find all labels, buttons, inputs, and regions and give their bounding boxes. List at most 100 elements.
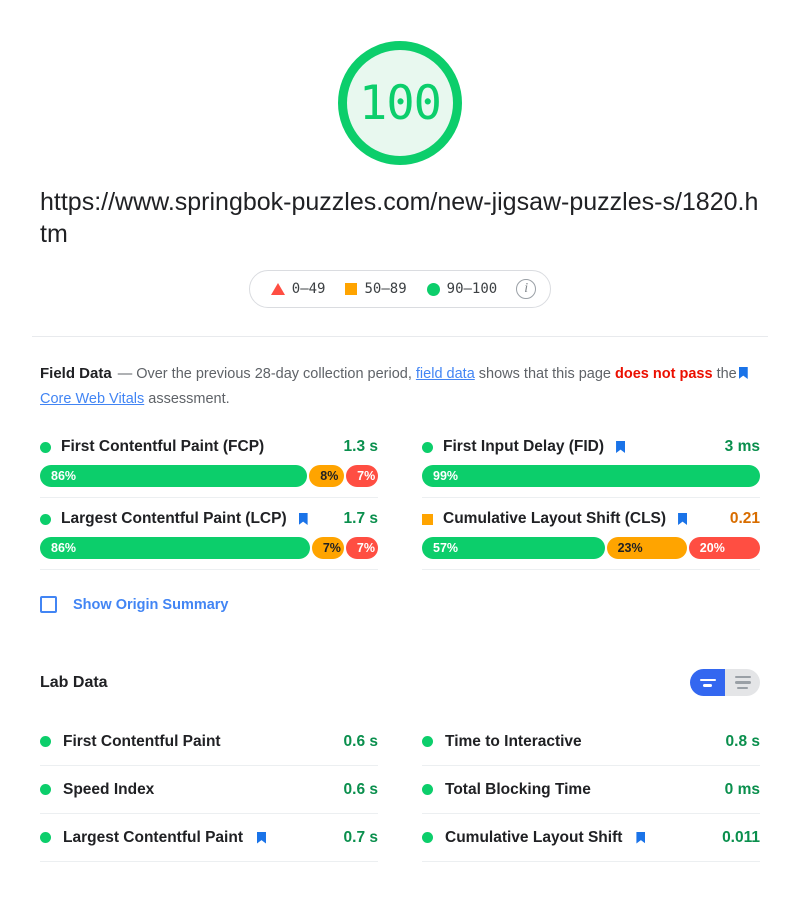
lab-metrics-right-column: Time to Interactive 0.8 s Total Blocking… xyxy=(422,718,760,862)
bar-segment-good: 57% xyxy=(422,537,605,559)
field-metric-cls-label: Cumulative Layout Shift (CLS) xyxy=(443,510,667,527)
expanded-view-button[interactable] xyxy=(725,669,760,696)
field-metric-fcp-header: First Contentful Paint (FCP) 1.3 s xyxy=(40,438,378,465)
lab-metric-value: 0.6 s xyxy=(343,780,378,798)
lab-metric-name-group: Total Blocking Time xyxy=(422,781,591,799)
field-metric-cls-name-group: Cumulative Layout Shift (CLS) xyxy=(422,510,689,528)
field-metric-fid: First Input Delay (FID) 3 ms 99% xyxy=(422,426,760,498)
info-icon[interactable]: i xyxy=(516,279,537,299)
lab-metric-value: 0.7 s xyxy=(343,828,378,846)
field-data-text-4: assessment. xyxy=(148,391,230,407)
field-data-link[interactable]: field data xyxy=(416,366,475,382)
core-web-vitals-link[interactable]: Core Web Vitals xyxy=(40,391,144,407)
lab-metric-largest-contentful-paint: Largest Contentful Paint 0.7 s xyxy=(40,814,378,861)
show-origin-summary-control[interactable]: Show Origin Summary xyxy=(40,596,760,613)
field-data-text-2: shows that this page xyxy=(478,366,611,382)
field-data-text-1: Over the previous 28-day collection peri… xyxy=(136,366,412,382)
field-metric-lcp-header: Largest Contentful Paint (LCP) 1.7 s xyxy=(40,510,378,537)
lab-divider xyxy=(40,861,378,862)
legend-item-poor: 0–49 xyxy=(264,281,333,297)
section-divider-top xyxy=(32,336,768,337)
bar-segment-poor: 7% xyxy=(345,537,378,559)
triangle-icon xyxy=(270,283,285,295)
field-data-section: Field Data — Over the previous 28-day col… xyxy=(0,361,800,862)
field-data-description: Field Data — Over the previous 28-day col… xyxy=(40,361,760,412)
bar-segment-good: 86% xyxy=(40,537,310,559)
line-icon xyxy=(734,675,751,679)
field-metric-fid-distribution-bar: 99% xyxy=(422,465,760,487)
legend-label-good: 90–100 xyxy=(446,281,498,297)
lab-metric-label: Total Blocking Time xyxy=(445,780,591,798)
lab-metric-first-contentful-paint: First Contentful Paint 0.6 s xyxy=(40,718,378,765)
bar-segment-poor: 20% xyxy=(688,537,760,559)
line-icon xyxy=(703,684,712,687)
show-origin-summary-label[interactable]: Show Origin Summary xyxy=(73,597,229,613)
score-gauge-container: 100 xyxy=(0,0,800,165)
line-icon xyxy=(734,681,751,684)
bar-segment-good: 86% xyxy=(40,465,308,487)
lab-data-title: Lab Data xyxy=(40,673,108,691)
lab-metric-label: Cumulative Layout Shift xyxy=(445,828,623,846)
page-url: https://www.springbok-puzzles.com/new-ji… xyxy=(40,188,759,248)
field-metric-cls-distribution-bar: 57% 23% 20% xyxy=(422,537,760,559)
legend-label-poor: 0–49 xyxy=(291,281,326,297)
field-metric-lcp: Largest Contentful Paint (LCP) 1.7 s 86%… xyxy=(40,498,378,570)
line-icon xyxy=(699,678,716,681)
metric-divider xyxy=(40,569,378,570)
score-legend: 0–49 50–89 90–100 i xyxy=(248,270,552,308)
field-metric-fid-label: First Input Delay (FID) xyxy=(443,438,605,455)
metric-divider xyxy=(422,569,760,570)
show-origin-summary-checkbox[interactable] xyxy=(40,596,57,613)
field-metric-lcp-label: Largest Contentful Paint (LCP) xyxy=(61,510,287,527)
field-metric-cls-header: Cumulative Layout Shift (CLS) 0.21 xyxy=(422,510,760,537)
field-metric-fid-name-group: First Input Delay (FID) xyxy=(422,438,627,456)
status-circle-icon xyxy=(422,736,433,747)
field-metric-fcp-label: First Contentful Paint (FCP) xyxy=(61,438,265,455)
lab-view-toggle[interactable] xyxy=(690,669,760,696)
lab-metric-value: 0.8 s xyxy=(725,732,760,750)
field-metric-fid-value: 3 ms xyxy=(724,438,760,455)
legend-item-good: 90–100 xyxy=(420,281,505,297)
score-value: 100 xyxy=(359,75,442,131)
square-icon xyxy=(345,283,358,295)
lab-metric-name-group: Cumulative Layout Shift xyxy=(422,829,647,847)
status-circle-icon xyxy=(40,784,51,795)
pagespeed-report: 100 https://www.springbok-puzzles.com/ne… xyxy=(0,0,800,900)
lab-data-header: Lab Data xyxy=(40,669,760,696)
performance-score-gauge[interactable]: 100 xyxy=(338,41,462,165)
field-metric-lcp-distribution-bar: 86% 7% 7% xyxy=(40,537,378,559)
bar-segment-average: 23% xyxy=(606,537,687,559)
bar-segment-average: 8% xyxy=(309,465,345,487)
lab-metric-total-blocking-time: Total Blocking Time 0 ms xyxy=(422,766,760,813)
lab-metric-speed-index: Speed Index 0.6 s xyxy=(40,766,378,813)
lab-metric-name-group: Largest Contentful Paint xyxy=(40,829,268,847)
lab-metric-label: Time to Interactive xyxy=(445,732,582,750)
field-data-verdict: does not pass xyxy=(615,366,713,382)
status-circle-icon xyxy=(40,736,51,747)
bookmark-flag-icon xyxy=(256,831,266,844)
field-data-title: Field Data xyxy=(40,365,112,382)
status-circle-icon xyxy=(40,513,51,525)
bookmark-flag-icon xyxy=(738,367,748,379)
field-metric-lcp-name-group: Largest Contentful Paint (LCP) xyxy=(40,510,310,528)
field-metric-fcp-name-group: First Contentful Paint (FCP) xyxy=(40,438,264,456)
status-circle-icon xyxy=(422,441,433,453)
lab-metric-label: Largest Contentful Paint xyxy=(63,828,243,846)
status-circle-icon xyxy=(40,832,51,843)
lab-divider xyxy=(422,861,760,862)
circle-icon xyxy=(426,282,440,296)
field-metric-fcp: First Contentful Paint (FCP) 1.3 s 86% 8… xyxy=(40,426,378,498)
field-data-dash: — xyxy=(117,366,133,382)
condensed-view-button[interactable] xyxy=(690,669,725,696)
bookmark-flag-icon xyxy=(678,513,688,525)
bar-segment-poor: 7% xyxy=(346,465,378,487)
lab-metric-label: First Contentful Paint xyxy=(63,732,221,750)
field-metrics-grid: First Contentful Paint (FCP) 1.3 s 86% 8… xyxy=(40,426,760,570)
field-data-text-3: the xyxy=(716,366,737,382)
bookmark-flag-icon xyxy=(616,441,626,453)
lab-metric-value: 0 ms xyxy=(724,780,760,798)
field-metric-lcp-value: 1.7 s xyxy=(343,510,378,527)
field-metric-fid-header: First Input Delay (FID) 3 ms xyxy=(422,438,760,465)
field-metric-cls: Cumulative Layout Shift (CLS) 0.21 57% 2… xyxy=(422,498,760,570)
status-circle-icon xyxy=(422,832,433,843)
